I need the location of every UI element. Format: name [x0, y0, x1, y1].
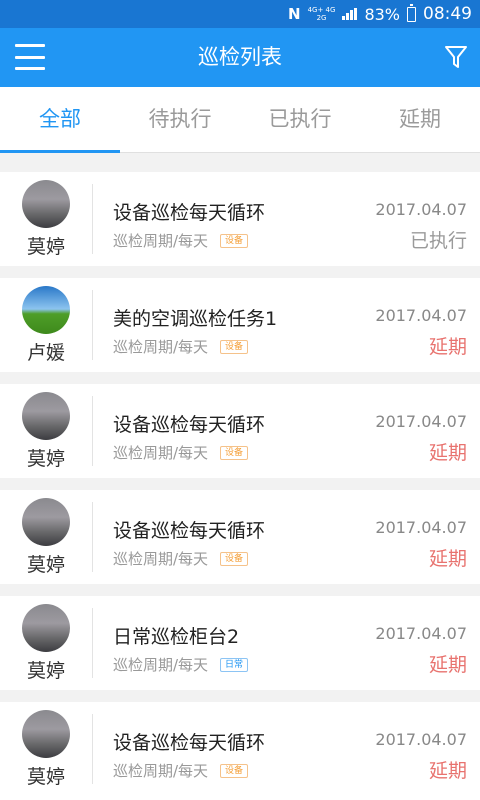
task-title: 日常巡检柜台2: [113, 626, 240, 648]
owner-name: 莫婷: [26, 236, 65, 258]
status-bar: Ν 4G+ 4G 2G 83% 08:49: [0, 0, 480, 28]
avatar: [22, 604, 70, 652]
network-type-indicator: 4G+ 4G 2G: [308, 6, 336, 22]
task-tag: 设备: [220, 234, 249, 248]
avatar: [22, 180, 70, 228]
avatar: [22, 710, 70, 758]
nfc-icon: Ν: [288, 5, 301, 23]
task-list: 莫婷 设备巡检每天循环 巡检周期/每天 设备 2017.04.07 已执行 卢媛…: [0, 172, 480, 800]
task-owner: 卢媛: [0, 278, 92, 372]
task-title: 美的空调巡检任务1: [113, 308, 278, 330]
task-period: 巡检周期/每天: [113, 550, 209, 568]
tab-postponed[interactable]: 延期: [360, 87, 480, 152]
divider: [92, 502, 93, 572]
network-type-top: 4G+ 4G: [307, 6, 336, 14]
tab-bar: 全部 待执行 已执行 延期: [0, 87, 480, 153]
avatar: [22, 392, 70, 440]
divider: [92, 608, 93, 678]
task-tag: 设备: [220, 446, 249, 460]
tab-all[interactable]: 全部: [0, 87, 120, 153]
avatar: [22, 498, 70, 546]
task-period: 巡检周期/每天: [113, 656, 209, 674]
owner-name: 莫婷: [26, 660, 65, 682]
divider: [92, 714, 93, 784]
task-period: 巡检周期/每天: [113, 762, 209, 780]
bottom-nav-edge: [0, 794, 480, 800]
tab-pending[interactable]: 待执行: [120, 87, 240, 152]
task-card[interactable]: 莫婷 设备巡检每天循环 巡检周期/每天 设备 2017.04.07 延期: [0, 702, 480, 796]
avatar: [22, 286, 70, 334]
task-date: 2017.04.07: [375, 624, 467, 643]
task-title: 设备巡检每天循环: [113, 732, 266, 754]
task-title: 设备巡检每天循环: [113, 414, 266, 436]
app-bar: 巡检列表: [0, 28, 480, 87]
owner-name: 卢媛: [26, 342, 65, 364]
task-title: 设备巡检每天循环: [113, 520, 266, 542]
task-period: 巡检周期/每天: [113, 338, 209, 356]
task-card[interactable]: 莫婷 日常巡检柜台2 巡检周期/每天 日常 2017.04.07 延期: [0, 596, 480, 690]
page-title: 巡检列表: [198, 45, 282, 69]
task-status: 延期: [428, 442, 467, 464]
divider: [92, 184, 93, 254]
task-owner: 莫婷: [0, 384, 92, 478]
task-status: 延期: [428, 654, 467, 676]
task-period: 巡检周期/每天: [113, 444, 209, 462]
signal-icon: [342, 8, 358, 20]
task-tag: 日常: [220, 658, 249, 672]
task-tag: 设备: [220, 340, 249, 354]
task-date: 2017.04.07: [375, 306, 467, 325]
task-card[interactable]: 莫婷 设备巡检每天循环 巡检周期/每天 设备 2017.04.07 延期: [0, 490, 480, 584]
task-date: 2017.04.07: [375, 200, 467, 219]
task-tag: 设备: [220, 764, 249, 778]
task-date: 2017.04.07: [375, 412, 467, 431]
divider: [92, 396, 93, 466]
filter-icon[interactable]: [444, 44, 468, 70]
task-status: 延期: [428, 548, 467, 570]
task-owner: 莫婷: [0, 702, 92, 796]
divider: [92, 290, 93, 360]
task-status: 延期: [428, 760, 467, 782]
task-card[interactable]: 莫婷 设备巡检每天循环 巡检周期/每天 设备 2017.04.07 已执行: [0, 172, 480, 266]
battery-icon: [407, 3, 416, 22]
task-date: 2017.04.07: [375, 730, 467, 749]
task-period: 巡检周期/每天: [113, 232, 209, 250]
task-owner: 莫婷: [0, 490, 92, 584]
tab-executed[interactable]: 已执行: [240, 87, 360, 152]
task-title: 设备巡检每天循环: [113, 202, 266, 224]
task-status: 已执行: [409, 230, 467, 252]
task-owner: 莫婷: [0, 172, 92, 266]
task-status: 延期: [428, 336, 467, 358]
task-tag: 设备: [220, 552, 249, 566]
task-card[interactable]: 莫婷 设备巡检每天循环 巡检周期/每天 设备 2017.04.07 延期: [0, 384, 480, 478]
network-type-bottom: 2G: [316, 14, 327, 22]
task-date: 2017.04.07: [375, 518, 467, 537]
owner-name: 莫婷: [26, 766, 65, 788]
battery-percent: 83%: [364, 4, 400, 24]
owner-name: 莫婷: [26, 448, 65, 470]
clock: 08:49: [423, 4, 472, 24]
task-card[interactable]: 卢媛 美的空调巡检任务1 巡检周期/每天 设备 2017.04.07 延期: [0, 278, 480, 372]
task-owner: 莫婷: [0, 596, 92, 690]
owner-name: 莫婷: [26, 554, 65, 576]
